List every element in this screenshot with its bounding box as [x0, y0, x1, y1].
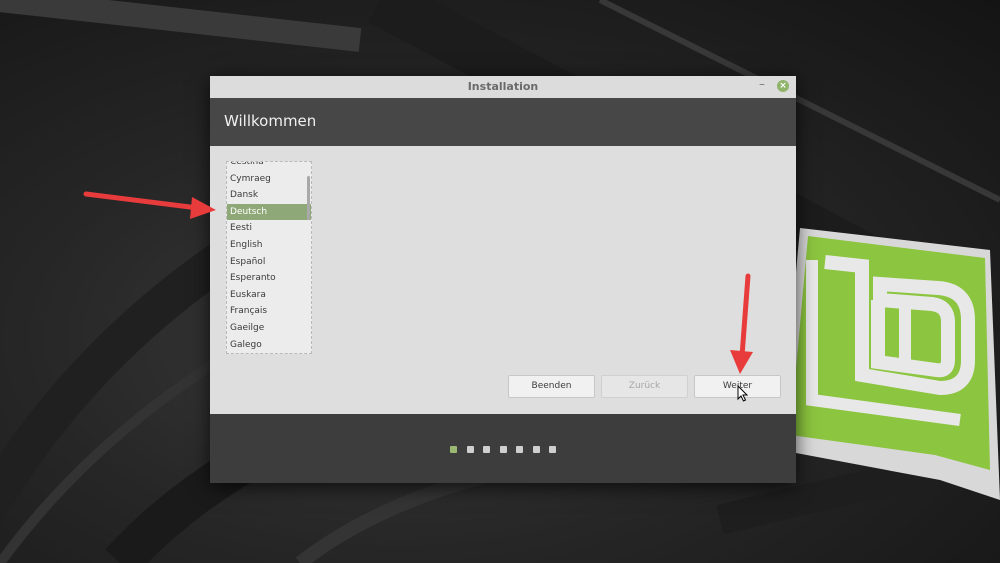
list-item-language[interactable]: Cymraeg [227, 171, 311, 188]
list-item-language[interactable]: English [227, 237, 311, 254]
annotation-arrow-right [83, 191, 216, 219]
list-item-language[interactable]: Dansk [227, 187, 311, 204]
step-dot [532, 446, 540, 453]
list-scrollbar[interactable] [307, 176, 310, 220]
list-item-language[interactable]: Eesti [227, 220, 311, 237]
list-item-language[interactable]: Euskara [227, 287, 311, 304]
quit-button[interactable]: Beenden [508, 375, 595, 398]
window-titlebar[interactable]: Installation – × [210, 76, 796, 99]
progress-footer [210, 414, 796, 483]
window-title: Installation [467, 80, 539, 93]
language-list[interactable]: Čeština Cymraeg Dansk Deutsch Eesti Engl… [226, 161, 312, 354]
list-item-language[interactable]: Español [227, 254, 311, 271]
step-dot [466, 446, 474, 453]
page-title: Willkommen [224, 112, 317, 130]
step-dot [499, 446, 507, 453]
close-icon[interactable]: × [777, 80, 789, 92]
step-dot-current [450, 446, 457, 453]
step-dot [549, 446, 556, 453]
back-button[interactable]: Zurück [601, 375, 688, 398]
linux-mint-logo [780, 228, 1000, 500]
step-dot [483, 446, 490, 453]
list-item-language[interactable]: Esperanto [227, 270, 311, 287]
step-dot [516, 446, 523, 453]
mouse-pointer-icon [737, 385, 749, 402]
installer-window: Installation – × Willkommen Čeština Cymr… [210, 76, 796, 483]
list-item-language-selected[interactable]: Deutsch [227, 203, 311, 221]
list-item-language[interactable]: Galego [227, 337, 311, 353]
list-item-language[interactable]: Gaeilge [227, 320, 311, 337]
list-item-language[interactable]: Čeština [227, 162, 311, 171]
content-area: Čeština Cymraeg Dansk Deutsch Eesti Engl… [210, 146, 796, 414]
page-header: Willkommen [210, 98, 796, 146]
minimize-icon[interactable]: – [756, 78, 768, 91]
annotation-arrow-down [730, 273, 753, 374]
list-item-language[interactable]: Français [227, 303, 311, 320]
